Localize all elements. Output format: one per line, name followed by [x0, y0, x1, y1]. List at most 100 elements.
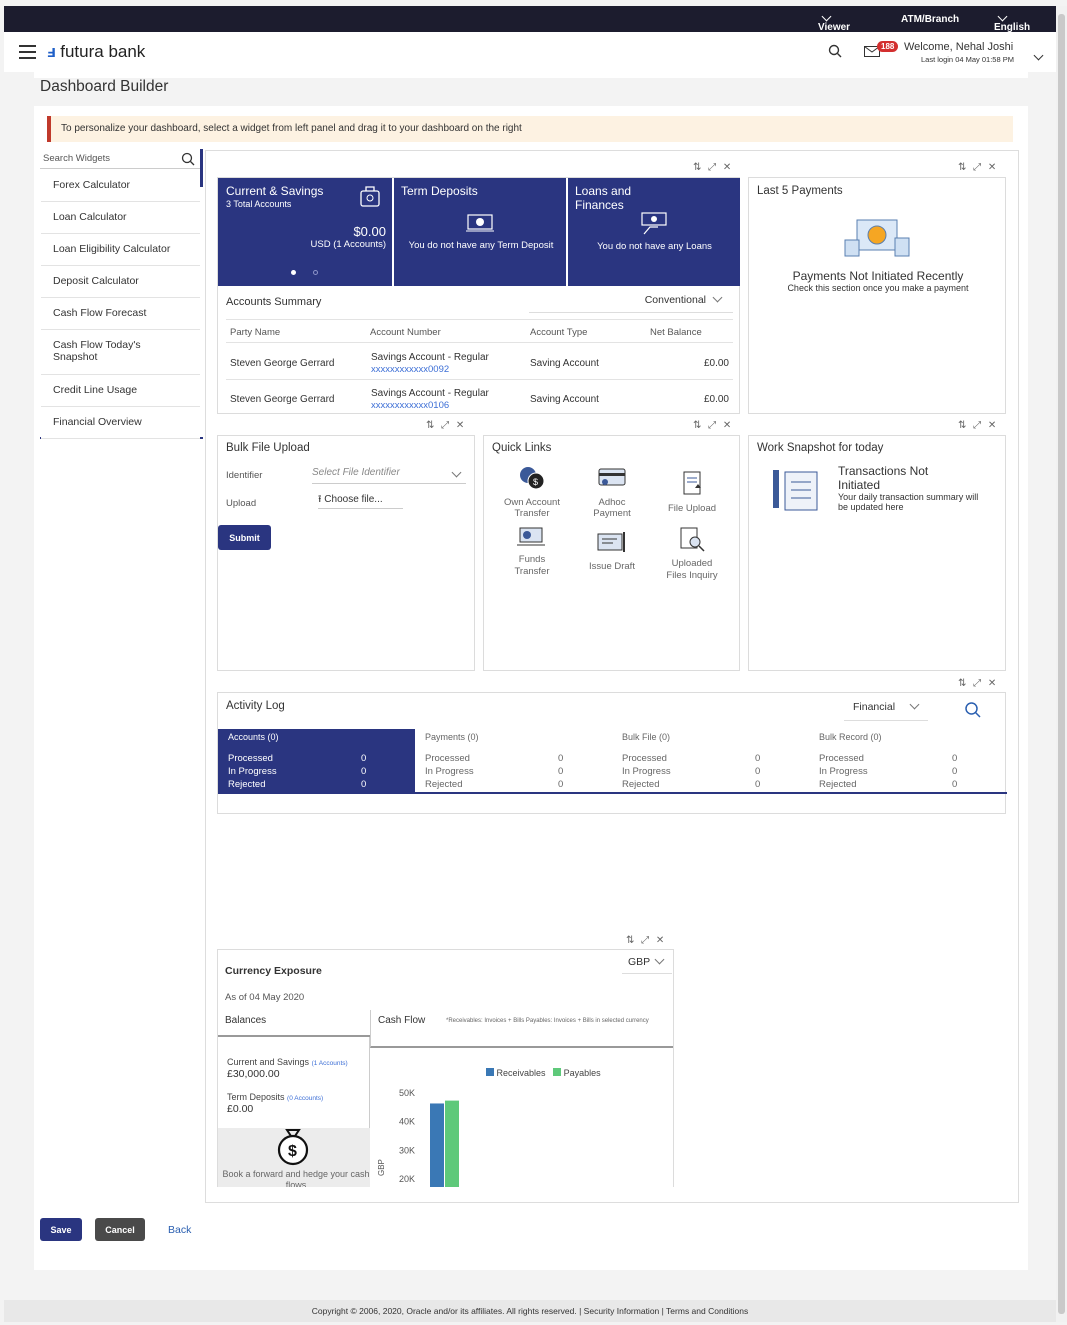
- sidebar-item-loan-eligibility[interactable]: Loan Eligibility Calculator: [41, 234, 200, 266]
- last-payments-widget: Last 5 Payments Payments Not Initiated R…: [748, 177, 1006, 414]
- y-tick-label: 30K: [399, 1145, 415, 1155]
- y-tick-label: 40K: [399, 1117, 415, 1127]
- td-accounts-link[interactable]: (0 Accounts): [287, 1095, 323, 1102]
- quick-link-adhoc-payment[interactable]: Adhoc Payment: [572, 464, 652, 519]
- quick-link-issue-draft[interactable]: Issue Draft: [572, 530, 652, 572]
- work-snapshot-widget: Work Snapshot for today Transactions Not…: [748, 435, 1006, 671]
- widget-controls[interactable]: ⇅ ⤢ ✕: [693, 420, 733, 431]
- account-number-link[interactable]: xxxxxxxxxxxx0092: [371, 364, 449, 375]
- atm-branch-link[interactable]: ATM/Branch: [901, 14, 959, 25]
- sidebar-item-deposit-calculator[interactable]: Deposit Calculator: [41, 266, 200, 298]
- payment-illustration-icon: [844, 219, 910, 257]
- hamburger-menu-icon[interactable]: [19, 45, 36, 59]
- loans-card[interactable]: Loans and Finances You do not have any L…: [567, 178, 740, 286]
- widget-controls[interactable]: ⇅ ⤢ ✕: [626, 935, 666, 946]
- back-link[interactable]: Back: [168, 1224, 191, 1236]
- currency-dropdown[interactable]: GBP: [622, 954, 672, 974]
- quick-link-label: Issue Draft: [589, 561, 635, 572]
- col-account-number: Account Number: [370, 327, 441, 338]
- y-tick-label: 20K: [399, 1174, 415, 1184]
- quick-link-label: Uploaded Files Inquiry: [666, 558, 718, 581]
- in-progress-label: In Progress: [228, 766, 277, 777]
- last-payments-message: Payments Not Initiated Recently: [792, 269, 964, 283]
- rejected-label: Rejected: [228, 779, 266, 790]
- in-progress-count: 0: [952, 766, 958, 777]
- summary-table-header: Party Name Account Number Account Type N…: [226, 319, 733, 343]
- save-button[interactable]: Save: [40, 1218, 82, 1241]
- search-icon[interactable]: [964, 701, 982, 719]
- cs-accounts-link[interactable]: (1 Accounts): [312, 1060, 348, 1067]
- cancel-button[interactable]: Cancel: [95, 1218, 145, 1241]
- cs-balance-label: Current and Savings (1 Accounts): [227, 1057, 348, 1067]
- quick-link-funds-transfer[interactable]: Funds Transfer: [492, 525, 572, 578]
- accounts-widget: Current & Savings 3 Total Accounts $0.00…: [217, 177, 740, 414]
- logo-icon: ⅎ: [47, 42, 56, 61]
- loans-message: You do not have any Loans: [597, 241, 712, 252]
- activity-filter-value: Financial: [853, 701, 896, 713]
- activity-group-bulk-file[interactable]: Bulk File (0) Processed 0 In Progress 0 …: [612, 729, 809, 792]
- hedge-panel[interactable]: $ Book a forward and hedge your cash flo…: [218, 1128, 370, 1187]
- welcome-text[interactable]: Welcome, Nehal Joshi: [904, 41, 1013, 53]
- sidebar-item-loan-calculator[interactable]: Loan Calculator: [41, 202, 200, 234]
- cs-label: Current and Savings: [227, 1057, 310, 1067]
- widget-controls[interactable]: ⇅ ⤢ ✕: [958, 420, 998, 431]
- widget-controls[interactable]: ⇅ ⤢ ✕: [693, 162, 733, 173]
- svg-text:$: $: [288, 1143, 297, 1160]
- rejected-label: Rejected: [425, 779, 463, 790]
- quick-link-uploaded-files[interactable]: Uploaded Files Inquiry: [652, 525, 732, 582]
- account-number-link[interactable]: xxxxxxxxxxxx0106: [371, 400, 449, 411]
- bar-payables[interactable]: [445, 1100, 459, 1187]
- search-icon[interactable]: [181, 152, 195, 166]
- current-savings-card[interactable]: Current & Savings 3 Total Accounts $0.00…: [218, 178, 392, 286]
- search-icon[interactable]: [828, 44, 842, 58]
- funds-transfer-icon: [517, 527, 545, 546]
- processed-count: 0: [952, 753, 958, 764]
- briefcase-icon: [360, 186, 380, 207]
- activity-group-accounts[interactable]: Accounts (0) Processed 0 In Progress 0 R…: [218, 729, 415, 792]
- rejected-count: 0: [952, 779, 958, 790]
- checklist-icon: [773, 470, 818, 511]
- col-party-name: Party Name: [230, 327, 281, 338]
- sidebar-item-cash-flow-forecast[interactable]: Cash Flow Forecast: [41, 298, 200, 330]
- carousel-dot[interactable]: [313, 270, 318, 275]
- sidebar-item-cash-flow-snapshot[interactable]: Cash Flow Today's Snapshot: [41, 330, 200, 375]
- widget-controls[interactable]: ⇅ ⤢ ✕: [958, 678, 998, 689]
- td-title: Term Deposits: [401, 184, 478, 198]
- last-payments-title: Last 5 Payments: [757, 185, 843, 197]
- deposit-icon: [466, 214, 494, 232]
- term-deposits-card[interactable]: Term Deposits You do not have any Term D…: [393, 178, 566, 286]
- sidebar-item-forex-calculator[interactable]: Forex Calculator: [41, 170, 200, 202]
- language-menu[interactable]: English: [994, 11, 1030, 33]
- quick-link-own-account[interactable]: $ Own Account Transfer: [492, 464, 572, 519]
- activity-log-title: Activity Log: [226, 700, 285, 712]
- y-tick-label: 50K: [399, 1088, 415, 1098]
- activity-group-bulk-record[interactable]: Bulk Record (0) Processed 0 In Progress …: [809, 729, 1006, 792]
- viewer-menu[interactable]: Viewer: [818, 11, 850, 33]
- carousel-dot-active[interactable]: [291, 270, 296, 275]
- table-row[interactable]: Steven George Gerrard Savings Account - …: [226, 344, 733, 380]
- table-row[interactable]: Steven George Gerrard Savings Account - …: [226, 380, 733, 414]
- bar-receivables[interactable]: [430, 1103, 444, 1187]
- activity-filter-dropdown[interactable]: Financial: [844, 699, 928, 721]
- work-snapshot-sub: Your daily transaction summary will be u…: [838, 492, 979, 512]
- sidebar-item-credit-line-usage[interactable]: Credit Line Usage: [41, 375, 200, 407]
- widget-controls[interactable]: ⇅ ⤢ ✕: [958, 162, 998, 173]
- in-progress-count: 0: [361, 766, 367, 777]
- tab-balances[interactable]: Balances: [218, 1010, 370, 1037]
- summary-filter-dropdown[interactable]: Conventional: [529, 292, 733, 313]
- choose-file-button[interactable]: ⭱ Choose file...: [318, 492, 403, 509]
- user-menu-chevron-icon[interactable]: [1033, 50, 1044, 61]
- scrollbar-thumb[interactable]: [1058, 14, 1065, 1314]
- activity-group-payments[interactable]: Payments (0) Processed 0 In Progress 0 R…: [415, 729, 612, 792]
- search-widgets-field[interactable]: Search Widgets: [40, 149, 200, 169]
- widget-controls[interactable]: ⇅ ⤢ ✕: [426, 420, 466, 431]
- identifier-select[interactable]: Select File Identifier: [312, 464, 466, 484]
- td-balance-amount: £0.00: [227, 1103, 254, 1115]
- submit-button[interactable]: Submit: [218, 525, 271, 550]
- identifier-placeholder: Select File Identifier: [312, 467, 400, 478]
- quick-link-label: Funds Transfer: [514, 554, 550, 577]
- sidebar-item-financial-overview[interactable]: Financial Overview: [41, 407, 200, 439]
- processed-label: Processed: [622, 753, 667, 764]
- quick-link-file-upload[interactable]: File Upload: [652, 470, 732, 514]
- quick-links-widget: Quick Links $ Own Account Transfer Adhoc…: [483, 435, 740, 671]
